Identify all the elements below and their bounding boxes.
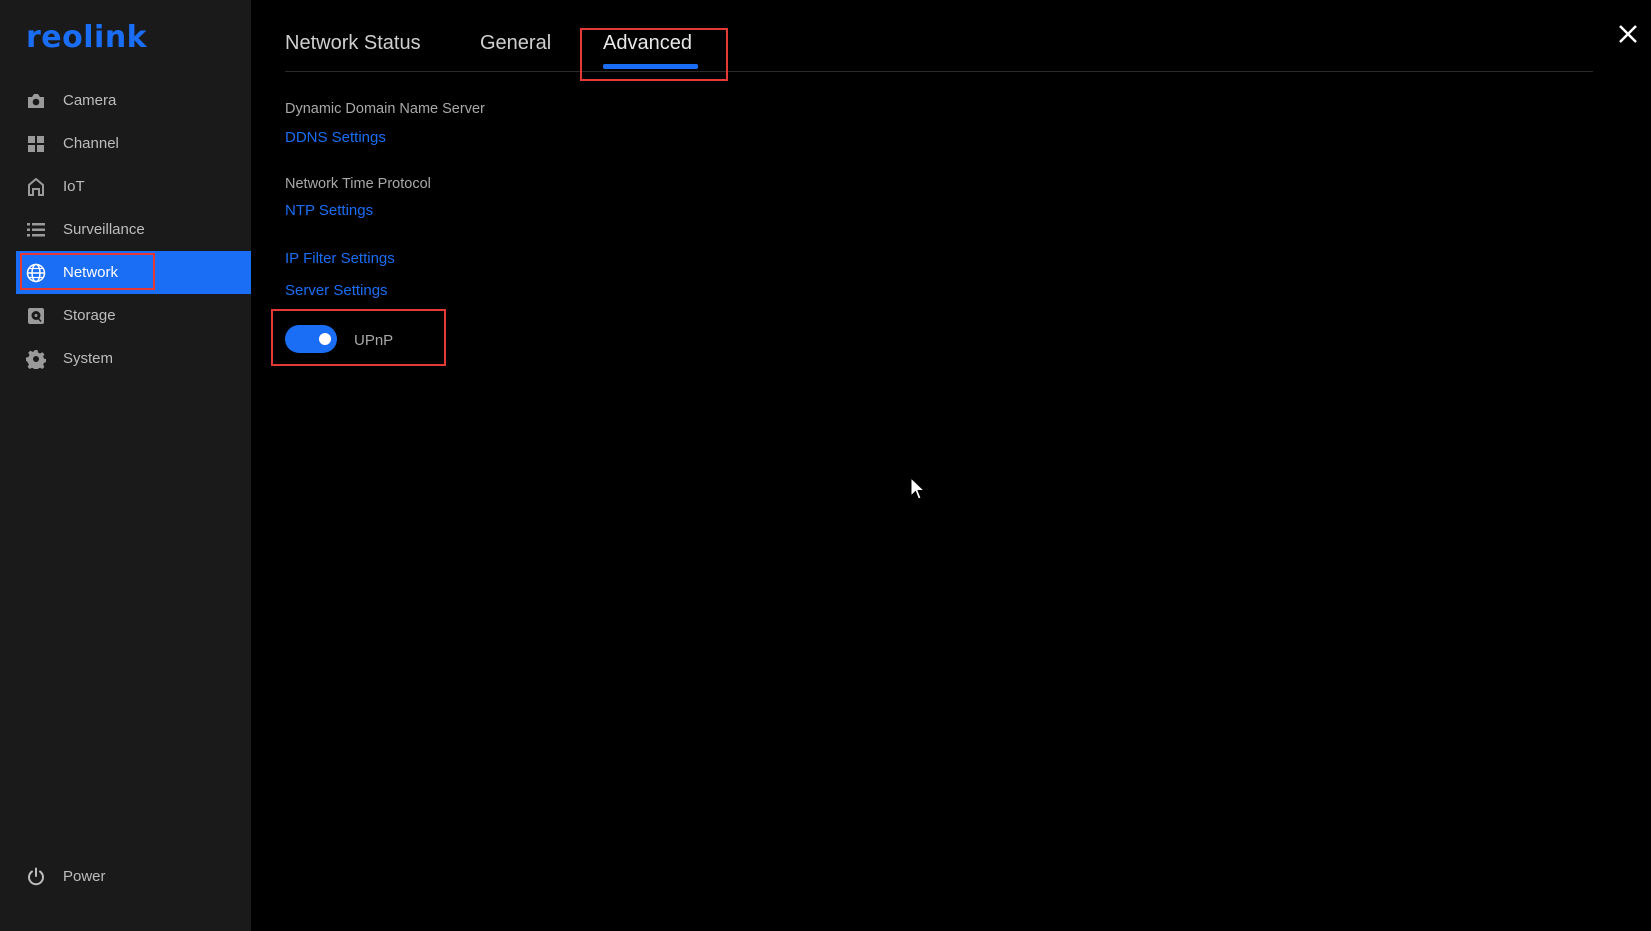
- close-button[interactable]: [1614, 20, 1642, 48]
- ddns-settings-link[interactable]: DDNS Settings: [285, 129, 386, 146]
- toggle-knob: [319, 333, 331, 345]
- gear-icon: [26, 349, 46, 369]
- home-icon: [26, 177, 46, 197]
- app-window: reolink Camera Channel IoT Surveillance …: [0, 0, 1651, 931]
- sidebar-item-label: IoT: [63, 178, 85, 195]
- ddns-section-label: Dynamic Domain Name Server: [285, 101, 485, 117]
- sidebar-item-storage[interactable]: Storage: [0, 294, 251, 337]
- reolink-logo: reolink: [26, 20, 148, 55]
- sidebar-item-label: Channel: [63, 135, 119, 152]
- tab-network-status[interactable]: Network Status: [285, 32, 421, 55]
- list-icon: [26, 220, 46, 240]
- sidebar-item-label: Camera: [63, 92, 117, 109]
- storage-icon: [26, 306, 46, 326]
- tab-advanced[interactable]: Advanced: [603, 32, 692, 55]
- close-icon: [1619, 25, 1637, 43]
- power-icon: [26, 867, 46, 887]
- power-label: Power: [63, 868, 106, 885]
- camera-icon: [26, 91, 46, 111]
- sidebar-item-label: Storage: [63, 307, 116, 324]
- grid-icon: [26, 134, 46, 154]
- globe-icon: [26, 263, 46, 283]
- sidebar-item-label: Surveillance: [63, 221, 145, 238]
- sidebar-item-camera[interactable]: Camera: [0, 79, 251, 122]
- sidebar: reolink Camera Channel IoT Surveillance …: [0, 0, 251, 931]
- sidebar-item-label: Network: [63, 264, 119, 281]
- ntp-section-label: Network Time Protocol: [285, 176, 431, 192]
- sidebar-item-surveillance[interactable]: Surveillance: [0, 208, 251, 251]
- upnp-toggle[interactable]: [285, 325, 337, 353]
- mouse-cursor-icon: [910, 477, 926, 500]
- power-button[interactable]: Power: [0, 855, 251, 898]
- sidebar-item-label: System: [63, 350, 114, 367]
- ntp-settings-link[interactable]: NTP Settings: [285, 202, 373, 219]
- ip-filter-settings-link[interactable]: IP Filter Settings: [285, 250, 395, 267]
- sidebar-item-channel[interactable]: Channel: [0, 122, 251, 165]
- tab-general[interactable]: General: [480, 32, 551, 55]
- tab-bar: Network Status General Advanced: [285, 28, 1593, 72]
- sidebar-item-iot[interactable]: IoT: [0, 165, 251, 208]
- upnp-label: UPnP: [354, 332, 394, 349]
- sidebar-item-system[interactable]: System: [0, 337, 251, 380]
- active-tab-indicator: [603, 64, 698, 69]
- sidebar-nav: Camera Channel IoT Surveillance Network …: [0, 79, 251, 380]
- server-settings-link[interactable]: Server Settings: [285, 282, 388, 299]
- sidebar-item-network[interactable]: Network: [16, 251, 251, 294]
